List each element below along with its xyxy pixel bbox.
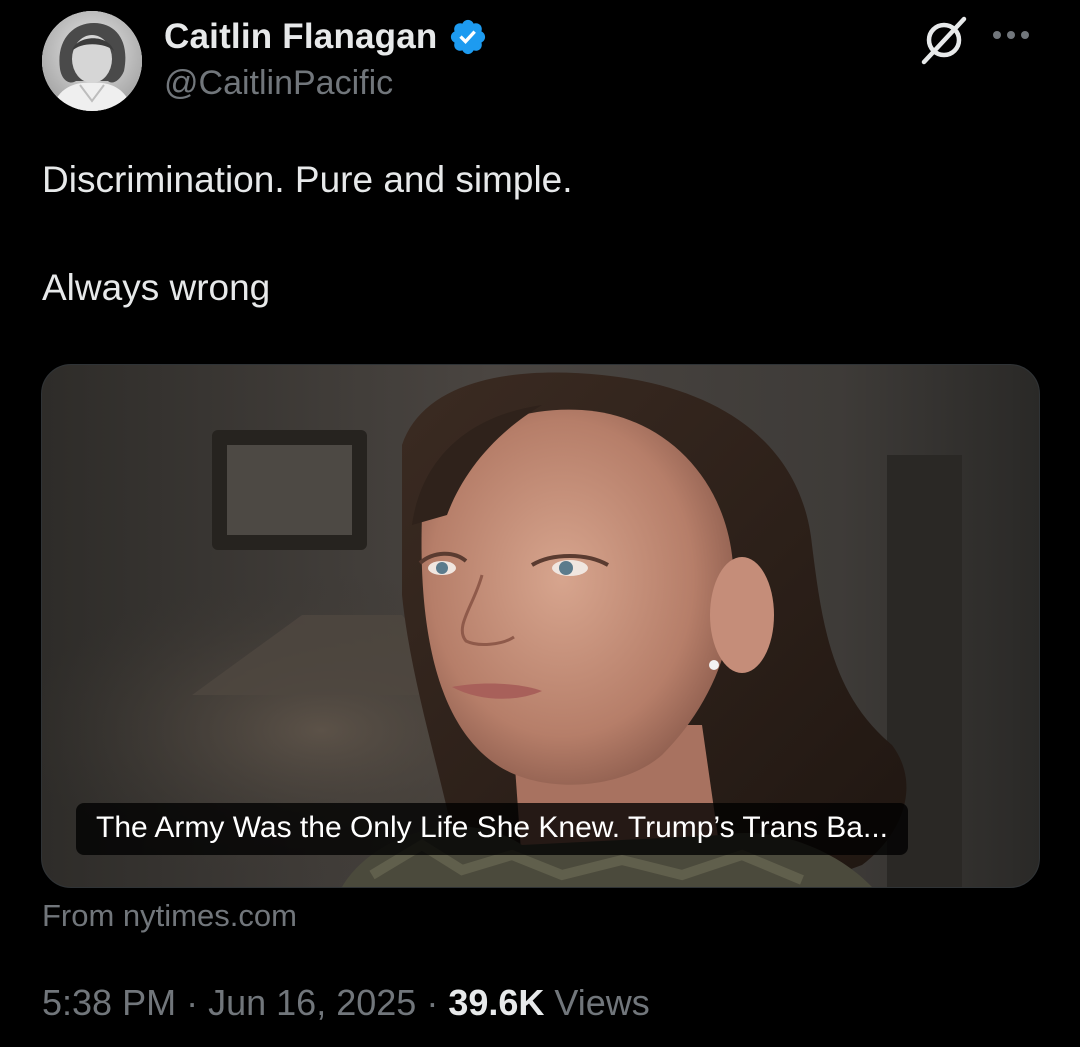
tweet-text-line: Discrimination. Pure and simple. bbox=[42, 159, 573, 200]
avatar-photo bbox=[42, 11, 142, 111]
tweet-meta: 5:38 PM · Jun 16, 2025 · 39.6K Views bbox=[42, 982, 650, 1024]
meta-separator: · bbox=[426, 982, 439, 1023]
card-source[interactable]: From nytimes.com bbox=[42, 898, 297, 934]
tweet-date[interactable]: Jun 16, 2025 bbox=[208, 982, 416, 1023]
avatar[interactable] bbox=[42, 11, 142, 111]
tweet-text: Discrimination. Pure and simple. Always … bbox=[42, 154, 1032, 314]
meta-separator: · bbox=[186, 982, 199, 1023]
more-options-icon[interactable] bbox=[990, 28, 1032, 42]
views-label: Views bbox=[554, 982, 650, 1023]
grok-icon[interactable] bbox=[918, 14, 970, 66]
author-handle[interactable]: @CaitlinPacific bbox=[164, 64, 393, 103]
tweet-time[interactable]: 5:38 PM bbox=[42, 982, 176, 1023]
verified-badge-icon[interactable] bbox=[448, 17, 488, 57]
link-card[interactable]: The Army Was the Only Life She Knew. Tru… bbox=[41, 364, 1040, 888]
tweet-text-line: Always wrong bbox=[42, 267, 271, 308]
author-name-row: Caitlin Flanagan bbox=[164, 14, 488, 60]
card-headline: The Army Was the Only Life She Knew. Tru… bbox=[76, 803, 908, 855]
views-count: 39.6K bbox=[448, 982, 545, 1023]
author-display-name[interactable]: Caitlin Flanagan bbox=[164, 17, 438, 57]
